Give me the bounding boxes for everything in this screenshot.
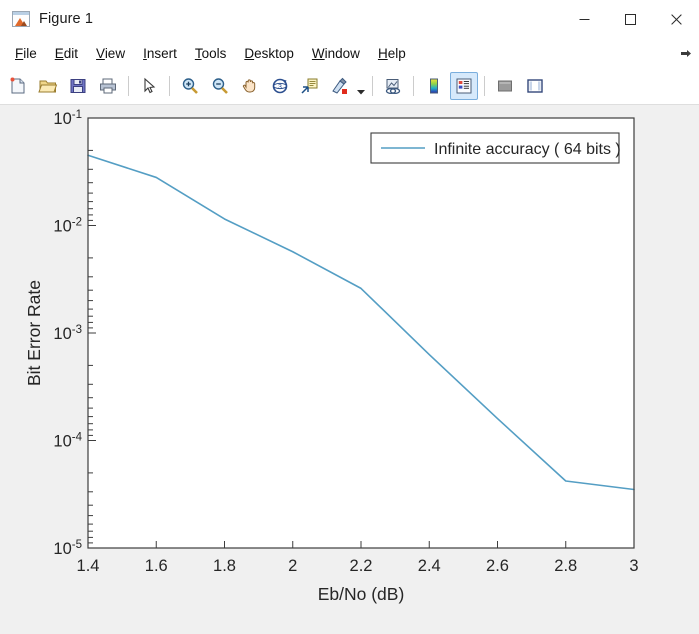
x-tick-label: 1.8 [213, 557, 236, 575]
print-figure-button[interactable] [94, 72, 122, 100]
link-plot-button[interactable] [379, 72, 407, 100]
x-tick-label: 2.6 [486, 557, 509, 575]
x-tick-label: 2.4 [418, 557, 441, 575]
maximize-icon [624, 13, 636, 25]
window-title: Figure 1 [39, 11, 93, 27]
menu-bar: File Edit View Insert Tools Desktop Wind… [0, 38, 699, 68]
printer-icon [100, 78, 116, 94]
x-tick-label: 1.4 [77, 557, 100, 575]
menu-item-desktop[interactable]: Desktop [235, 42, 303, 65]
paintbrush-icon [332, 77, 347, 94]
rotate-3d-icon: 3 [272, 78, 288, 94]
x-tick-label: 2 [288, 557, 297, 575]
open-file-button[interactable] [34, 72, 62, 100]
y-axis-label: Bit Error Rate [24, 280, 44, 386]
x-tick-label: 1.6 [145, 557, 168, 575]
colorbar-button[interactable] [420, 72, 448, 100]
minimize-button[interactable] [561, 0, 607, 38]
floppy-disk-save-icon [70, 79, 86, 93]
brush-select-button[interactable] [326, 72, 354, 100]
overflow-arrow-icon[interactable] [679, 47, 693, 61]
maximize-button[interactable] [607, 0, 653, 38]
zoom-in-button[interactable] [176, 72, 204, 100]
menu-item-edit[interactable]: Edit [46, 42, 87, 65]
edit-plot-button[interactable] [135, 72, 163, 100]
x-tick-label: 2.8 [554, 557, 577, 575]
x-axis-tick-labels: 1.4 1.6 1.8 2 2.2 2.4 2.6 2.8 3 [77, 557, 639, 575]
magnifier-minus-icon [212, 78, 228, 94]
menu-item-tools[interactable]: Tools [186, 42, 236, 65]
figure-toolbar: 3 [0, 68, 699, 105]
title-bar: Figure 1 [0, 0, 699, 38]
svg-text:3: 3 [278, 84, 282, 91]
colorbar-icon [430, 78, 438, 94]
x-axis-label: Eb/No (dB) [318, 584, 405, 604]
legend-entry-label: Infinite accuracy ( 64 bits ) [434, 141, 621, 158]
zoom-out-button[interactable] [206, 72, 234, 100]
show-plot-tools-button[interactable] [521, 72, 549, 100]
close-button[interactable] [653, 0, 699, 38]
hand-pan-icon [242, 79, 256, 93]
matlab-figure-window: Figure 1 File Edit View Insert Tools Des… [0, 0, 699, 634]
legend-icon [456, 78, 472, 94]
menu-item-file[interactable]: File [6, 42, 46, 65]
data-cursor-button[interactable] [296, 72, 324, 100]
open-folder-icon [38, 80, 58, 93]
ber-semilog-plot[interactable]: 10-1 10-2 10-3 10-4 10-5 1.4 1.6 1.8 2 2… [0, 105, 699, 634]
menu-item-view[interactable]: View [87, 42, 134, 65]
data-cursor-icon [301, 78, 318, 94]
magnifier-plus-icon [182, 78, 198, 94]
brush-dropdown-button[interactable] [355, 69, 367, 103]
figure-canvas[interactable]: 10-1 10-2 10-3 10-4 10-5 1.4 1.6 1.8 2 2… [0, 105, 699, 634]
menu-item-window[interactable]: Window [303, 42, 369, 65]
toolbar-separator [372, 76, 373, 96]
show-plot-tools-icon [527, 79, 543, 93]
x-tick-label: 2.2 [350, 557, 373, 575]
save-figure-button[interactable] [64, 72, 92, 100]
rotate-3d-button[interactable]: 3 [266, 72, 294, 100]
hide-plot-tools-button[interactable] [491, 72, 519, 100]
toolbar-separator [484, 76, 485, 96]
toolbar-separator [128, 76, 129, 96]
chevron-down-icon [357, 90, 365, 95]
menu-item-insert[interactable]: Insert [134, 42, 186, 65]
new-figure-button[interactable] [4, 72, 32, 100]
x-tick-label: 3 [629, 557, 638, 575]
toolbar-separator [169, 76, 170, 96]
plot-legend[interactable]: Infinite accuracy ( 64 bits ) [370, 132, 621, 164]
window-controls [561, 0, 699, 38]
new-document-icon [10, 77, 25, 94]
menu-item-help[interactable]: Help [369, 42, 415, 65]
arrow-pointer-icon [144, 77, 156, 94]
legend-button[interactable] [450, 72, 478, 100]
link-plot-icon [385, 79, 401, 95]
toolbar-separator [413, 76, 414, 96]
matlab-figure-icon [12, 11, 30, 27]
axes-plot-area [88, 118, 634, 548]
minimize-icon [579, 18, 589, 20]
hide-plot-tools-icon [498, 80, 512, 92]
close-icon [670, 13, 682, 25]
pan-button[interactable] [236, 72, 264, 100]
